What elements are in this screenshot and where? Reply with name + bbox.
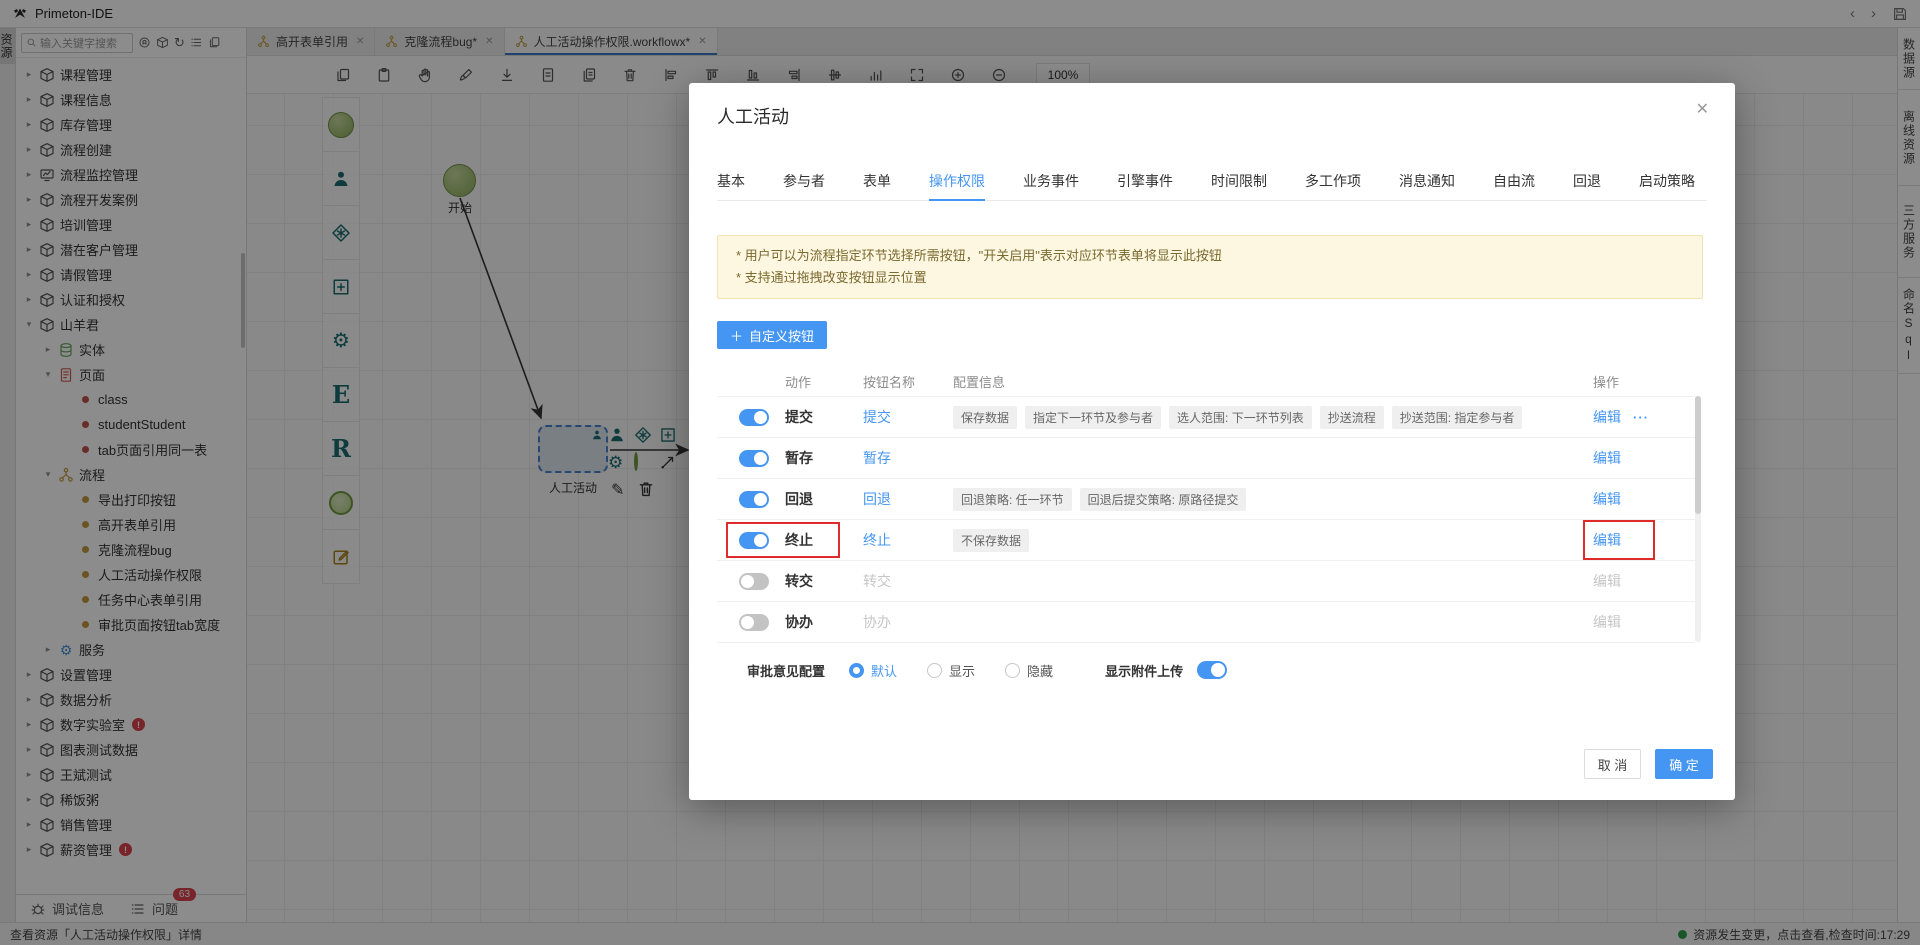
toggle-终止[interactable]	[739, 532, 769, 549]
button-name-link[interactable]: 提交	[863, 407, 953, 427]
notice-box: * 用户可以为流程指定环节选择所需按钮，"开关启用"表示对应环节表单将显示此按钮…	[717, 235, 1703, 299]
edit-link[interactable]: 编辑	[1593, 612, 1621, 632]
toggle-转交[interactable]	[739, 573, 769, 590]
config-tags: 保存数据指定下一环节及参与者选人范围: 下一环节列表抄送流程抄送范围: 指定参与…	[953, 406, 1579, 429]
radio-option-默认[interactable]: 默认	[849, 661, 897, 680]
column-header: 动作	[739, 372, 863, 391]
perm-row: 提交提交保存数据指定下一环节及参与者选人范围: 下一环节列表抄送流程抄送范围: …	[717, 396, 1695, 437]
column-header: 配置信息	[953, 372, 1579, 391]
plus-icon: ＋	[730, 326, 743, 345]
permission-table: 动作按钮名称配置信息操作 提交提交保存数据指定下一环节及参与者选人范围: 下一环…	[717, 366, 1695, 643]
dialog-tabs: 基本 参与者 表单 操作权限 业务事件 引擎事件 时间限制 多工作项 消息通知 自由流 回退 启动策略	[717, 171, 1707, 201]
config-tags: 不保存数据	[953, 529, 1579, 552]
manual-activity-dialog: 人工活动 ✕ 基本 参与者 表单 操作权限 业务事件 引擎事件 时间限制 多工作项 消息通知 自由…	[689, 83, 1735, 800]
action-label: 回退	[785, 489, 813, 509]
column-header: 操作	[1579, 372, 1665, 391]
toggle-协办[interactable]	[739, 614, 769, 631]
dialog-title: 人工活动	[717, 103, 789, 129]
action-cell: 提交	[739, 397, 863, 437]
column-header: 按钮名称	[863, 372, 953, 391]
edit-link[interactable]: 编辑	[1593, 530, 1621, 550]
dialog-tab-引擎事件[interactable]: 引擎事件	[1117, 171, 1173, 200]
action-label: 终止	[785, 530, 813, 550]
opinion-config-row: 审批意见配置 默认 显示 隐藏 显示附件上传	[717, 655, 1227, 685]
config-tag: 保存数据	[953, 406, 1017, 429]
notice-line-1: * 用户可以为流程指定环节选择所需按钮，"开关启用"表示对应环节表单将显示此按钮	[736, 245, 1684, 267]
radio-label: 默认	[871, 661, 897, 680]
edit-link[interactable]: 编辑	[1593, 489, 1621, 509]
action-cell: 转交	[739, 561, 863, 601]
radio-icon[interactable]	[927, 663, 942, 678]
more-actions-icon[interactable]: ···	[1633, 410, 1649, 425]
radio-label: 显示	[949, 661, 975, 680]
radio-icon[interactable]	[849, 663, 864, 678]
ops-cell: 编辑	[1579, 448, 1665, 468]
perm-row: 协办 协办 编辑	[717, 601, 1695, 642]
ops-cell: 编辑	[1579, 530, 1665, 550]
config-tag: 回退后提交策略: 原路径提交	[1080, 488, 1247, 511]
ops-cell: 编辑	[1579, 489, 1665, 509]
table-scrollbar[interactable]	[1695, 396, 1701, 642]
edit-link[interactable]: 编辑	[1593, 571, 1621, 591]
attachment-upload-label: 显示附件上传	[1105, 661, 1183, 680]
app-root: Primeton-IDE ‹ › 资源 输入关键字搜索 ↻ ▸课程管理▸课程信息…	[0, 0, 1920, 945]
ok-button[interactable]: 确 定	[1655, 749, 1713, 779]
radio-icon[interactable]	[1005, 663, 1020, 678]
ops-cell: 编辑	[1579, 571, 1665, 591]
edit-link[interactable]: 编辑	[1593, 407, 1621, 427]
config-tag: 抄送范围: 指定参与者	[1392, 406, 1523, 429]
ops-cell: 编辑 ···	[1579, 407, 1665, 427]
button-name-link[interactable]: 转交	[863, 571, 953, 591]
dialog-tab-回退[interactable]: 回退	[1573, 171, 1601, 200]
config-tag: 抄送流程	[1320, 406, 1384, 429]
radio-option-隐藏[interactable]: 隐藏	[1005, 661, 1053, 680]
action-cell: 回退	[739, 479, 863, 519]
notice-line-2: * 支持通过拖拽改变按钮显示位置	[736, 267, 1684, 289]
dialog-tab-多工作项[interactable]: 多工作项	[1305, 171, 1361, 200]
radio-label: 隐藏	[1027, 661, 1053, 680]
toggle-提交[interactable]	[739, 409, 769, 426]
opinion-config-label: 审批意见配置	[747, 661, 825, 680]
action-cell: 协办	[739, 602, 863, 642]
dialog-tab-启动策略[interactable]: 启动策略	[1639, 171, 1695, 200]
dialog-tab-参与者[interactable]: 参与者	[783, 171, 825, 200]
edit-link[interactable]: 编辑	[1593, 448, 1621, 468]
dialog-tab-业务事件[interactable]: 业务事件	[1023, 171, 1079, 200]
ops-cell: 编辑	[1579, 612, 1665, 632]
action-cell: 暂存	[739, 438, 863, 478]
attachment-upload-toggle[interactable]	[1197, 661, 1227, 679]
table-header-row: 动作按钮名称配置信息操作	[717, 366, 1695, 396]
button-name-link[interactable]: 终止	[863, 530, 953, 550]
config-tag: 不保存数据	[953, 529, 1029, 552]
dialog-tab-操作权限[interactable]: 操作权限	[929, 171, 985, 200]
action-label: 暂存	[785, 448, 813, 468]
action-cell: 终止	[739, 520, 863, 560]
config-tag: 选人范围: 下一环节列表	[1169, 406, 1312, 429]
dialog-tab-基本[interactable]: 基本	[717, 171, 745, 200]
perm-row: 回退回退回退策略: 任一环节回退后提交策略: 原路径提交编辑	[717, 478, 1695, 519]
config-tag: 回退策略: 任一环节	[953, 488, 1072, 511]
dialog-tab-表单[interactable]: 表单	[863, 171, 891, 200]
perm-row: 转交 转交 编辑	[717, 560, 1695, 601]
button-name-link[interactable]: 暂存	[863, 448, 953, 468]
dialog-tab-消息通知[interactable]: 消息通知	[1399, 171, 1455, 200]
config-tags: 回退策略: 任一环节回退后提交策略: 原路径提交	[953, 488, 1579, 511]
toggle-回退[interactable]	[739, 491, 769, 508]
table-scrollbar-thumb[interactable]	[1695, 396, 1701, 514]
action-label: 提交	[785, 407, 813, 427]
dialog-tab-时间限制[interactable]: 时间限制	[1211, 171, 1267, 200]
custom-button-add[interactable]: ＋ 自定义按钮	[717, 321, 827, 349]
button-name-link[interactable]: 回退	[863, 489, 953, 509]
close-icon[interactable]: ✕	[1696, 99, 1709, 119]
dialog-tab-自由流[interactable]: 自由流	[1493, 171, 1535, 200]
cancel-button[interactable]: 取 消	[1584, 749, 1641, 779]
toggle-暂存[interactable]	[739, 450, 769, 467]
button-name-link[interactable]: 协办	[863, 612, 953, 632]
radio-option-显示[interactable]: 显示	[927, 661, 975, 680]
action-label: 协办	[785, 612, 813, 632]
perm-row: 终止终止不保存数据编辑	[717, 519, 1695, 560]
action-label: 转交	[785, 571, 813, 591]
config-tag: 指定下一环节及参与者	[1025, 406, 1161, 429]
perm-row: 暂存 暂存 编辑	[717, 437, 1695, 478]
